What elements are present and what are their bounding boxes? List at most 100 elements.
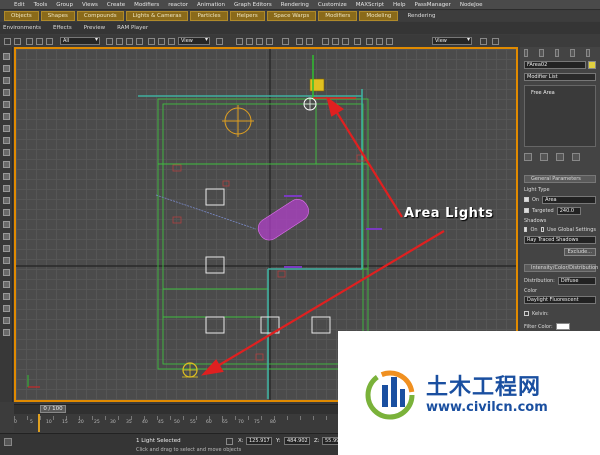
targeted-checkbox[interactable] — [524, 208, 529, 213]
align-icon[interactable] — [306, 38, 313, 45]
tool-icon-7[interactable] — [3, 125, 10, 132]
tab-modifiers[interactable]: Modifiers — [318, 11, 358, 21]
distribution-dropdown[interactable]: Diffuse — [557, 276, 596, 285]
hierarchy-tab-icon[interactable] — [554, 49, 560, 57]
material-editor-icon[interactable] — [354, 38, 361, 45]
menu-modifiers[interactable]: Modifiers — [134, 2, 159, 8]
light-type-dropdown[interactable]: Area — [542, 195, 596, 204]
make-unique-icon[interactable] — [555, 153, 564, 161]
ram-player-button[interactable]: RAM Player — [117, 25, 148, 31]
menu-animation[interactable]: Animation — [197, 2, 225, 8]
menu-reactor[interactable]: reactor — [168, 2, 188, 8]
undo-icon[interactable] — [4, 38, 11, 45]
tool-icon-23[interactable] — [3, 317, 10, 324]
square-light[interactable] — [311, 316, 331, 334]
target-crosshair[interactable] — [222, 105, 254, 137]
tool-icon-22[interactable] — [3, 305, 10, 312]
named-selection-icon[interactable] — [282, 38, 289, 45]
motion-tab-icon[interactable] — [570, 49, 575, 57]
kelvin-radio[interactable] — [524, 311, 529, 316]
tab-modeling[interactable]: Modeling — [359, 11, 399, 21]
tool-icon-20[interactable] — [3, 281, 10, 288]
x-coord-field[interactable]: 125.917 — [246, 437, 272, 445]
menu-group[interactable]: Group — [56, 2, 73, 8]
menu-tools[interactable]: Tools — [34, 2, 48, 8]
tool-icon-11[interactable] — [3, 173, 10, 180]
use-global-checkbox[interactable] — [540, 227, 545, 232]
light-on-checkbox[interactable] — [524, 197, 529, 202]
tool-icon-12[interactable] — [3, 185, 10, 192]
menu-edit[interactable]: Edit — [14, 2, 25, 8]
environments-button[interactable]: Environments — [3, 25, 41, 31]
redo-icon[interactable] — [14, 38, 21, 45]
scale-icon[interactable] — [168, 38, 175, 45]
tool-icon-21[interactable] — [3, 293, 10, 300]
schematic-icon[interactable] — [342, 38, 349, 45]
area-light-bottom[interactable] — [182, 362, 198, 378]
modifier-stack-item[interactable]: Free Area — [531, 90, 595, 96]
shadows-on-checkbox[interactable] — [524, 227, 528, 232]
menu-create[interactable]: Create — [107, 2, 125, 8]
modify-tab-icon[interactable] — [539, 49, 544, 57]
curve-editor-icon[interactable] — [332, 38, 339, 45]
tool-icon-13[interactable] — [3, 197, 10, 204]
menu-graph-editors[interactable]: Graph Editors — [234, 2, 272, 8]
menu-maxscript[interactable]: MAXScript — [356, 2, 384, 8]
tab-helpers[interactable]: Helpers — [229, 11, 265, 21]
reference-coord-dropdown[interactable]: View — [178, 37, 210, 45]
time-cursor[interactable] — [38, 414, 40, 432]
remove-modifier-icon[interactable] — [571, 153, 580, 161]
display-tab-icon[interactable] — [585, 49, 591, 57]
snap-icon[interactable] — [236, 38, 243, 45]
selected-cylinder-light[interactable] — [254, 196, 312, 244]
tool-icon-14[interactable] — [3, 209, 10, 216]
tool-icon-16[interactable] — [3, 233, 10, 240]
square-light[interactable] — [205, 316, 225, 334]
preview-button[interactable]: Preview — [84, 25, 105, 31]
menu-views[interactable]: Views — [82, 2, 98, 8]
tool-icon-3[interactable] — [3, 77, 10, 84]
y-coord-field[interactable]: 484.902 — [284, 437, 310, 445]
menu-customize[interactable]: Customize — [318, 2, 347, 8]
filter-color-swatch[interactable] — [555, 323, 570, 330]
exclude-button[interactable]: Exclude... — [563, 248, 596, 256]
modifier-list-dropdown[interactable]: Modifier List — [524, 73, 596, 81]
tab-shapes[interactable]: Shapes — [40, 11, 75, 21]
render-icon[interactable] — [480, 38, 487, 45]
tool-icon-24[interactable] — [3, 329, 10, 336]
general-parameters-rollout[interactable]: General Parameters — [524, 175, 596, 183]
angle-snap-icon[interactable] — [246, 38, 253, 45]
tab-rendering[interactable]: Rendering — [400, 11, 443, 21]
lock-selection-icon[interactable] — [226, 438, 233, 445]
object-color-swatch[interactable] — [588, 61, 596, 69]
tool-icon-6[interactable] — [3, 113, 10, 120]
tab-lights-cameras[interactable]: Lights & Cameras — [125, 11, 189, 21]
menu-rendering[interactable]: Rendering — [281, 2, 309, 8]
move-icon[interactable] — [148, 38, 155, 45]
maxscript-listener-icon[interactable] — [4, 438, 12, 446]
square-light[interactable] — [205, 256, 225, 274]
tool-icon-15[interactable] — [3, 221, 10, 228]
tool-icon-9[interactable] — [3, 149, 10, 156]
menu-nodejoe[interactable]: NodeJoe — [460, 2, 483, 8]
tool-icon-8[interactable] — [3, 137, 10, 144]
menu-help[interactable]: Help — [393, 2, 406, 8]
tool-icon-18[interactable] — [3, 257, 10, 264]
rotate-icon[interactable] — [158, 38, 165, 45]
tab-particles[interactable]: Particles — [190, 11, 228, 21]
link-icon[interactable] — [26, 38, 33, 45]
tool-icon-19[interactable] — [3, 269, 10, 276]
object-name-field[interactable]: FArea02 — [524, 61, 586, 69]
spinner-snap-icon[interactable] — [266, 38, 273, 45]
quick-render-icon[interactable] — [386, 38, 393, 45]
mirror-icon[interactable] — [296, 38, 303, 45]
tool-icon-1[interactable] — [3, 53, 10, 60]
shadow-type-dropdown[interactable]: Ray Traced Shadows — [524, 236, 596, 244]
render-setup-icon[interactable] — [366, 38, 373, 45]
select-icon[interactable] — [106, 38, 113, 45]
region-select-icon[interactable] — [126, 38, 133, 45]
tool-icon-5[interactable] — [3, 101, 10, 108]
effects-button[interactable]: Effects — [53, 25, 72, 31]
window-crossing-icon[interactable] — [136, 38, 143, 45]
time-slider[interactable]: 0 / 100 — [40, 405, 66, 413]
